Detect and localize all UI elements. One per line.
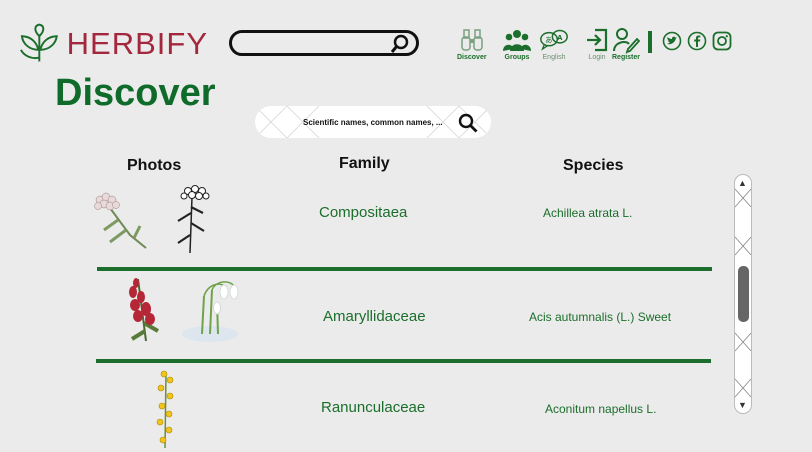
family-cell: Ranunculaceae bbox=[321, 399, 426, 416]
twitter-icon[interactable] bbox=[662, 31, 682, 51]
nav-groups[interactable]: Groups bbox=[503, 27, 531, 65]
foxglove-photo bbox=[129, 278, 159, 342]
scroll-down-arrow-icon[interactable]: ▼ bbox=[738, 400, 747, 410]
row-divider bbox=[97, 267, 712, 271]
brand-name: HERBIFY bbox=[66, 26, 208, 61]
nav-label: Groups bbox=[504, 54, 530, 61]
svg-text:あ: あ bbox=[545, 35, 552, 44]
column-header-species: Species bbox=[563, 157, 624, 174]
facebook-icon[interactable] bbox=[687, 31, 707, 51]
nav-label: Login bbox=[588, 54, 606, 61]
leaf-logo-icon bbox=[20, 23, 58, 62]
group-icon bbox=[503, 30, 531, 51]
snowdrop-photo bbox=[182, 281, 239, 342]
brand-logo[interactable]: HERBIFY bbox=[18, 22, 208, 66]
species-cell[interactable]: Achillea atrata L. bbox=[543, 206, 632, 220]
search-placeholder: Scientific names, common names, ... bbox=[303, 118, 443, 127]
species-cell[interactable]: Aconitum napellus L. bbox=[545, 402, 656, 416]
register-icon bbox=[613, 28, 640, 53]
yarrow-colored-photo bbox=[94, 192, 147, 249]
nav-divider bbox=[648, 31, 652, 53]
instagram-icon[interactable] bbox=[712, 31, 732, 51]
header-search-input[interactable] bbox=[229, 30, 419, 56]
nav-language[interactable]: あ A English bbox=[540, 27, 568, 65]
column-header-family: Family bbox=[339, 155, 390, 172]
family-cell: Amaryllidaceae bbox=[323, 308, 426, 325]
scroll-up-arrow-icon[interactable]: ▲ bbox=[738, 178, 747, 188]
language-icon: あ A bbox=[540, 29, 568, 51]
binoculars-icon bbox=[461, 29, 483, 51]
column-header-photos: Photos bbox=[127, 157, 182, 174]
svg-text:A: A bbox=[557, 34, 563, 42]
nav-label: English bbox=[542, 54, 566, 61]
scrollbar-thumb[interactable] bbox=[738, 266, 749, 322]
page-title: Discover bbox=[55, 72, 216, 114]
yarrow-sketch-photo bbox=[177, 185, 210, 254]
plant-search-input[interactable]: Scientific names, common names, ... bbox=[255, 106, 491, 138]
family-cell: Compositaea bbox=[319, 204, 408, 221]
yellow-flower-photo bbox=[156, 370, 174, 449]
row-divider bbox=[96, 359, 711, 363]
nav-label: Discover bbox=[457, 54, 487, 61]
nav-login[interactable]: Login bbox=[583, 27, 611, 65]
nav-discover[interactable]: Discover bbox=[457, 27, 487, 65]
nav-label: Register bbox=[612, 54, 641, 61]
search-icon[interactable] bbox=[390, 34, 410, 54]
search-icon[interactable] bbox=[458, 113, 478, 133]
nav-register[interactable]: Register bbox=[612, 27, 640, 65]
login-icon bbox=[587, 28, 608, 52]
species-cell[interactable]: Acis autumnalis (L.) Sweet bbox=[529, 310, 671, 324]
